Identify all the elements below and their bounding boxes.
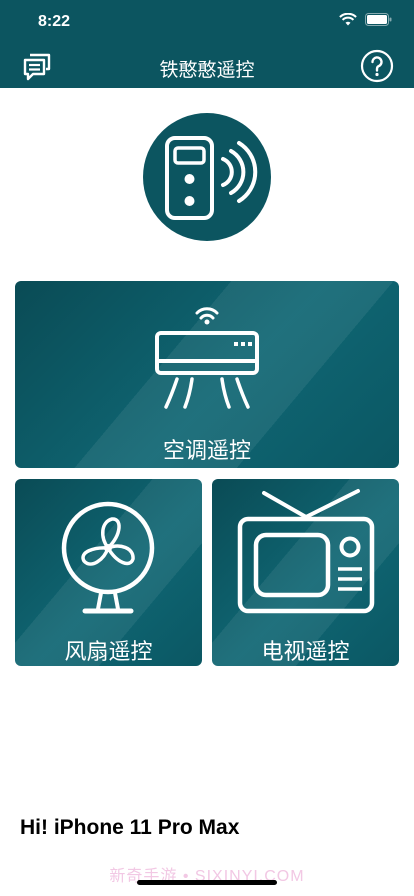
- wifi-icon: [339, 13, 357, 26]
- help-icon: [360, 49, 394, 83]
- air-conditioner-icon: [155, 307, 259, 409]
- tv-icon: [237, 489, 375, 614]
- fan-remote-label: 风扇遥控: [64, 640, 153, 665]
- fan-icon: [61, 501, 155, 614]
- fan-remote-card[interactable]: 风扇遥控: [15, 479, 202, 666]
- home-indicator[interactable]: [137, 880, 277, 885]
- hero-remote-badge: [143, 113, 271, 241]
- ac-remote-label: 空调遥控: [162, 439, 251, 464]
- status-time: 8:22: [38, 13, 71, 30]
- top-bar: 8:22 铁憨憨遥控: [0, 0, 414, 88]
- device-greeting: Hi! iPhone 11 Pro Max: [20, 816, 240, 839]
- help-button[interactable]: [360, 49, 394, 83]
- ac-remote-card[interactable]: 空调遥控: [15, 281, 399, 468]
- status-icons: [339, 13, 392, 26]
- page-title: 铁憨憨遥控: [159, 59, 255, 81]
- tv-remote-card[interactable]: 电视遥控: [212, 479, 399, 666]
- battery-icon: [365, 13, 392, 26]
- tv-remote-label: 电视遥控: [261, 640, 350, 665]
- remote-control-icon: [165, 136, 258, 220]
